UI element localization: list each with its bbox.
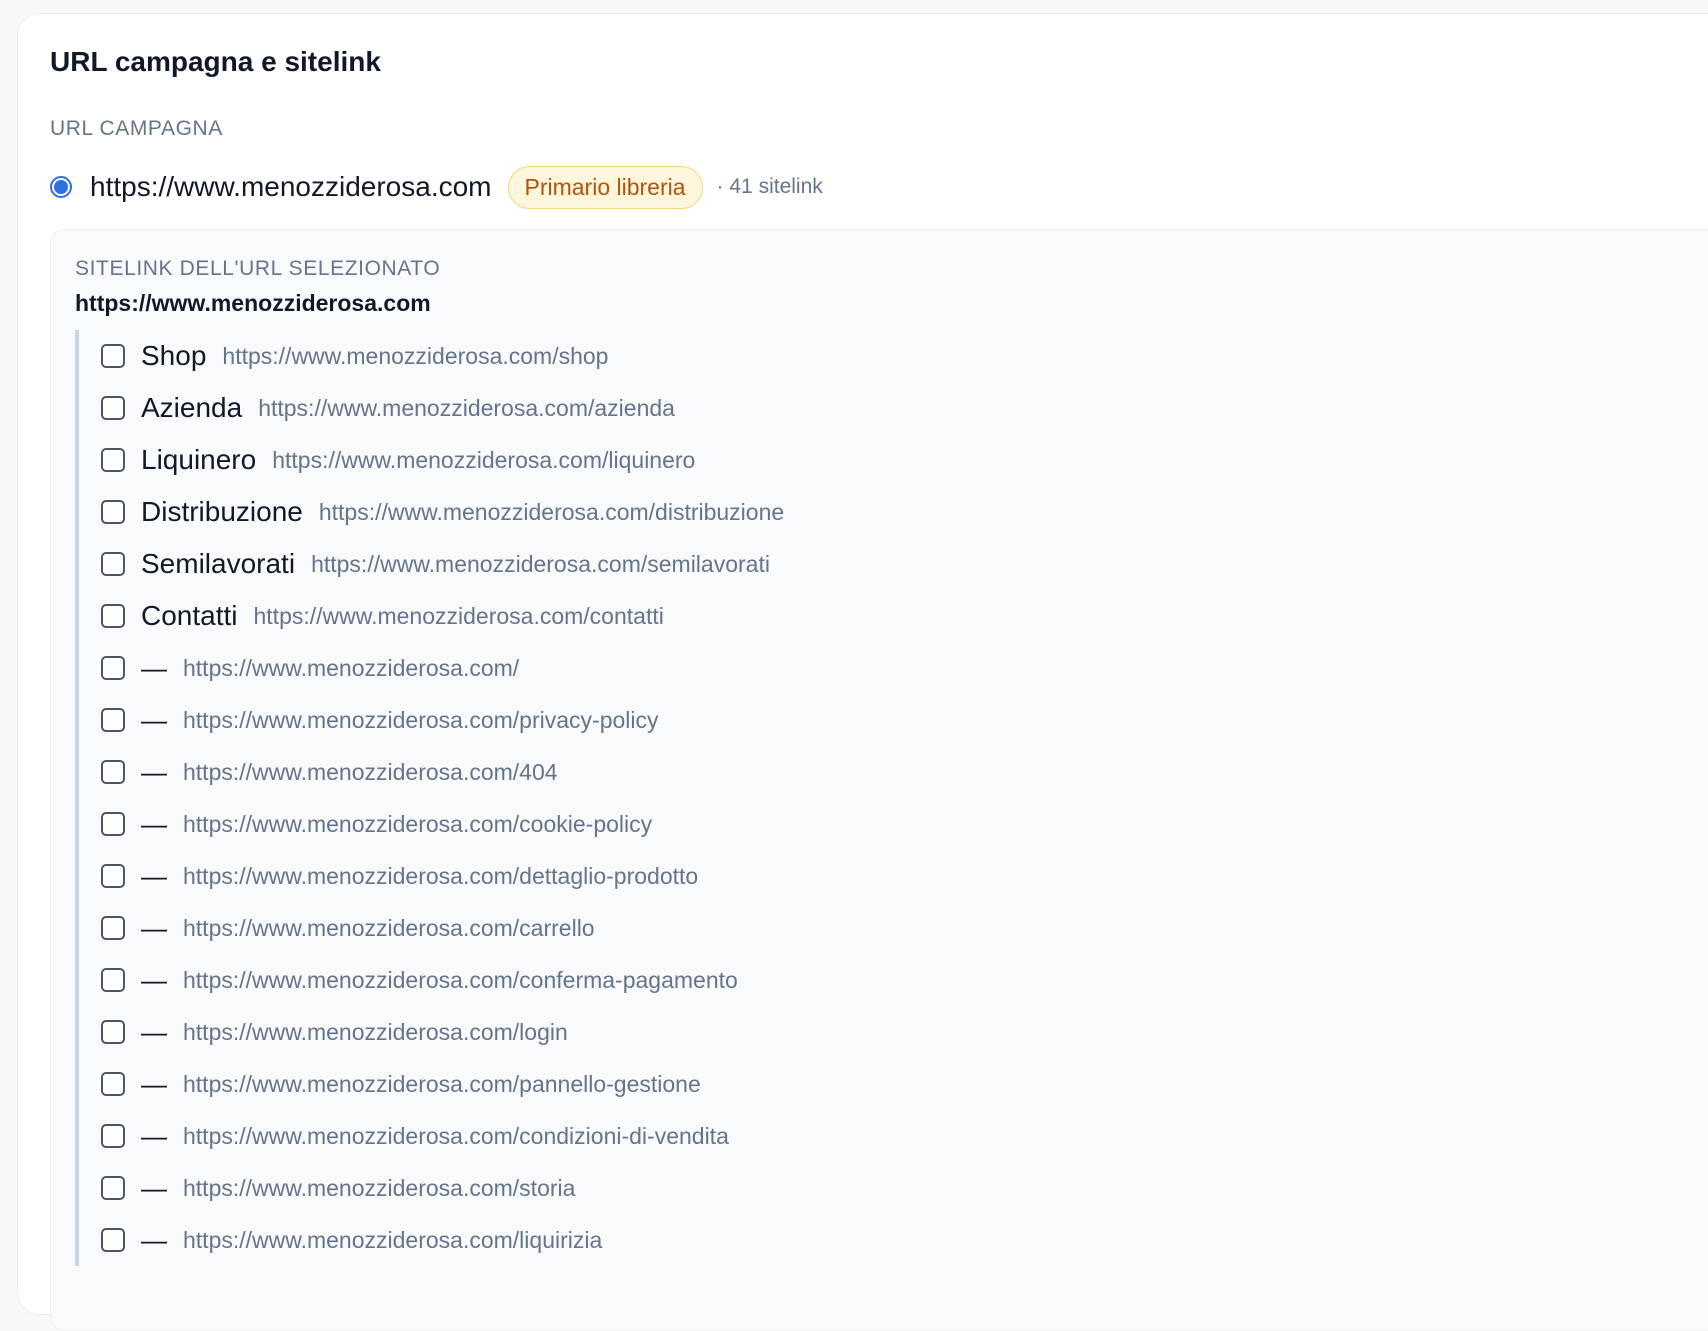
sitelink-checkbox[interactable] bbox=[101, 552, 125, 576]
sitelink-url: https://www.menozziderosa.com/liquirizia bbox=[183, 1226, 603, 1253]
sitelink-item[interactable]: Distribuzione https://www.menozziderosa.c… bbox=[101, 486, 1601, 538]
sitelink-empty-label: — bbox=[141, 652, 167, 683]
sitelink-item[interactable]: — https://www.menozziderosa.com/ bbox=[101, 642, 1601, 694]
sitelink-item[interactable]: — https://www.menozziderosa.com/storia bbox=[101, 1162, 1601, 1214]
sitelink-url: https://www.menozziderosa.com/ bbox=[183, 654, 520, 681]
sitelink-list: Shop https://www.menozziderosa.com/shop Az… bbox=[75, 330, 1601, 1266]
sitelink-url: https://www.menozziderosa.com/privacy-po… bbox=[183, 706, 659, 733]
sitelink-item[interactable]: Shop https://www.menozziderosa.com/shop bbox=[101, 330, 1601, 382]
sitelink-url: https://www.menozziderosa.com/shop bbox=[222, 342, 609, 369]
sitelink-checkbox[interactable] bbox=[101, 656, 125, 680]
sitelink-url: https://www.menozziderosa.com/contatti bbox=[253, 602, 664, 629]
sitelink-item[interactable]: — https://www.menozziderosa.com/privacy-p… bbox=[101, 694, 1601, 746]
sitelink-label: Shop bbox=[141, 340, 207, 371]
sitelink-url: https://www.menozziderosa.com/semilavora… bbox=[311, 550, 770, 577]
sitelink-empty-label: — bbox=[141, 964, 167, 995]
selected-url-sitelinks-panel: SITELINK DELL'URL SELEZIONATO https://ww… bbox=[50, 229, 1708, 1331]
sitelink-label: Contatti bbox=[141, 600, 238, 631]
sitelink-empty-label: — bbox=[141, 808, 167, 839]
sitelink-url: https://www.menozziderosa.com/pannello-g… bbox=[183, 1070, 701, 1097]
sitelink-checkbox[interactable] bbox=[101, 448, 125, 472]
sitelink-item[interactable]: — https://www.menozziderosa.com/condizion… bbox=[101, 1110, 1601, 1162]
sitelink-item[interactable]: — https://www.menozziderosa.com/pannello-… bbox=[101, 1058, 1601, 1110]
sitelink-item[interactable]: Liquinero https://www.menozziderosa.com/l… bbox=[101, 434, 1601, 486]
sitelink-url: https://www.menozziderosa.com/distribuzi… bbox=[318, 498, 785, 525]
sitelink-label: Azienda bbox=[141, 392, 243, 423]
sitelink-item[interactable]: Contatti https://www.menozziderosa.com/co… bbox=[101, 590, 1601, 642]
sitelink-checkbox[interactable] bbox=[101, 1176, 125, 1200]
sitelink-checkbox[interactable] bbox=[101, 812, 125, 836]
sitelink-item[interactable]: Semilavorati https://www.menozziderosa.co… bbox=[101, 538, 1601, 590]
campaign-url-option[interactable]: https://www.menozziderosa.com Primario l… bbox=[50, 162, 823, 212]
sitelink-empty-label: — bbox=[141, 1224, 167, 1255]
sitelink-checkbox[interactable] bbox=[101, 344, 125, 368]
sitelink-url: https://www.menozziderosa.com/azienda bbox=[258, 394, 675, 421]
sitelink-empty-label: — bbox=[141, 1172, 167, 1203]
sitelink-checkbox[interactable] bbox=[101, 708, 125, 732]
sitelink-item[interactable]: — https://www.menozziderosa.com/login bbox=[101, 1006, 1601, 1058]
sitelink-url: https://www.menozziderosa.com/login bbox=[183, 1018, 568, 1045]
sitelink-url: https://www.menozziderosa.com/condizioni… bbox=[183, 1122, 729, 1149]
sitelink-empty-label: — bbox=[141, 1120, 167, 1151]
sitelink-checkbox[interactable] bbox=[101, 916, 125, 940]
sitelink-item[interactable]: Azienda https://www.menozziderosa.com/azi… bbox=[101, 382, 1601, 434]
sitelink-url: https://www.menozziderosa.com/conferma-p… bbox=[183, 966, 738, 993]
sitelink-checkbox[interactable] bbox=[101, 1228, 125, 1252]
sitelink-checkbox[interactable] bbox=[101, 396, 125, 420]
sitelink-count: · 41 sitelink bbox=[716, 175, 823, 198]
sitelink-item[interactable]: — https://www.menozziderosa.com/carrello bbox=[101, 902, 1601, 954]
sitelink-empty-label: — bbox=[141, 860, 167, 891]
campaign-url-value: https://www.menozziderosa.com bbox=[90, 171, 492, 202]
sitelink-item[interactable]: — https://www.menozziderosa.com/404 bbox=[101, 746, 1601, 798]
sitelinks-panel-url: https://www.menozziderosa.com bbox=[75, 290, 431, 316]
sitelink-url: https://www.menozziderosa.com/liquinero bbox=[272, 446, 696, 473]
radio-selected-dot bbox=[54, 180, 68, 194]
card-title: URL campagna e sitelink bbox=[50, 46, 381, 77]
sitelink-checkbox[interactable] bbox=[101, 968, 125, 992]
sitelink-item[interactable]: — https://www.menozziderosa.com/liquirizi… bbox=[101, 1214, 1601, 1266]
campaign-url-section-label: URL CAMPAGNA bbox=[50, 117, 223, 140]
sitelink-empty-label: — bbox=[141, 704, 167, 735]
sitelink-url: https://www.menozziderosa.com/cookie-pol… bbox=[183, 810, 653, 837]
sitelink-empty-label: — bbox=[141, 912, 167, 943]
sitelink-item[interactable]: — https://www.menozziderosa.com/conferma-… bbox=[101, 954, 1601, 1006]
campaign-url-radio[interactable] bbox=[50, 176, 72, 198]
sitelink-checkbox[interactable] bbox=[101, 1072, 125, 1096]
sitelink-label: Distribuzione bbox=[141, 496, 303, 527]
sitelink-url: https://www.menozziderosa.com/storia bbox=[183, 1174, 576, 1201]
sitelinks-panel-label: SITELINK DELL'URL SELEZIONATO bbox=[75, 257, 441, 280]
sitelink-label: Semilavorati bbox=[141, 548, 296, 579]
sitelink-url: https://www.menozziderosa.com/carrello bbox=[183, 914, 595, 941]
sitelink-checkbox[interactable] bbox=[101, 1124, 125, 1148]
sitelink-empty-label: — bbox=[141, 756, 167, 787]
sitelink-empty-label: — bbox=[141, 1068, 167, 1099]
sitelink-url: https://www.menozziderosa.com/dettaglio-… bbox=[183, 862, 699, 889]
sitelink-item[interactable]: — https://www.menozziderosa.com/cookie-po… bbox=[101, 798, 1601, 850]
sitelink-card: URL campagna e sitelink URL CAMPAGNA htt… bbox=[18, 14, 1708, 1331]
sitelink-checkbox[interactable] bbox=[101, 604, 125, 628]
sitelink-label: Liquinero bbox=[141, 444, 257, 475]
sitelink-checkbox[interactable] bbox=[101, 1020, 125, 1044]
primary-library-badge: Primario libreria bbox=[507, 165, 703, 209]
sitelink-checkbox[interactable] bbox=[101, 500, 125, 524]
sitelink-item[interactable]: — https://www.menozziderosa.com/dettaglio… bbox=[101, 850, 1601, 902]
sitelink-checkbox[interactable] bbox=[101, 864, 125, 888]
sitelink-checkbox[interactable] bbox=[101, 760, 125, 784]
sitelink-empty-label: — bbox=[141, 1016, 167, 1047]
sitelink-url: https://www.menozziderosa.com/404 bbox=[183, 758, 558, 785]
